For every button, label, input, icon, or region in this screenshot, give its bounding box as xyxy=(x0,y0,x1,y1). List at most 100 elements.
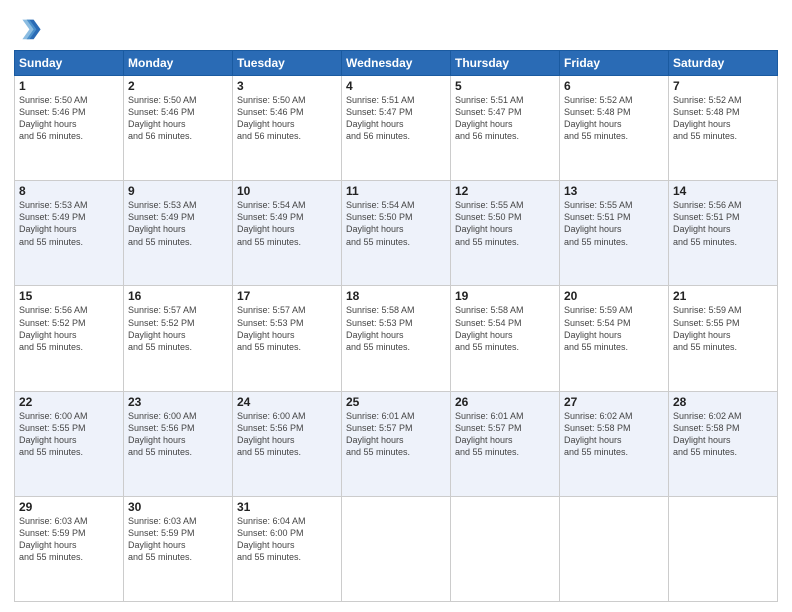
day-info: Sunrise: 5:59 AMSunset: 5:55 PMDaylight … xyxy=(673,305,742,351)
day-number: 12 xyxy=(455,184,555,198)
calendar-cell: 30 Sunrise: 6:03 AMSunset: 5:59 PMDaylig… xyxy=(124,496,233,601)
day-number: 27 xyxy=(564,395,664,409)
day-number: 31 xyxy=(237,500,337,514)
day-number: 2 xyxy=(128,79,228,93)
day-number: 19 xyxy=(455,289,555,303)
calendar-cell: 24 Sunrise: 6:00 AMSunset: 5:56 PMDaylig… xyxy=(233,391,342,496)
calendar-cell xyxy=(560,496,669,601)
calendar-header-row: SundayMondayTuesdayWednesdayThursdayFrid… xyxy=(15,51,778,76)
day-info: Sunrise: 5:56 AMSunset: 5:52 PMDaylight … xyxy=(19,305,88,351)
calendar-cell: 9 Sunrise: 5:53 AMSunset: 5:49 PMDayligh… xyxy=(124,181,233,286)
day-number: 3 xyxy=(237,79,337,93)
logo xyxy=(14,14,44,42)
day-number: 15 xyxy=(19,289,119,303)
day-info: Sunrise: 5:52 AMSunset: 5:48 PMDaylight … xyxy=(564,95,633,141)
calendar-cell: 5 Sunrise: 5:51 AMSunset: 5:47 PMDayligh… xyxy=(451,76,560,181)
day-info: Sunrise: 5:57 AMSunset: 5:53 PMDaylight … xyxy=(237,305,306,351)
calendar-cell: 23 Sunrise: 6:00 AMSunset: 5:56 PMDaylig… xyxy=(124,391,233,496)
page: SundayMondayTuesdayWednesdayThursdayFrid… xyxy=(0,0,792,612)
day-info: Sunrise: 5:50 AMSunset: 5:46 PMDaylight … xyxy=(237,95,306,141)
calendar-cell: 16 Sunrise: 5:57 AMSunset: 5:52 PMDaylig… xyxy=(124,286,233,391)
calendar-cell: 28 Sunrise: 6:02 AMSunset: 5:58 PMDaylig… xyxy=(669,391,778,496)
calendar-cell: 18 Sunrise: 5:58 AMSunset: 5:53 PMDaylig… xyxy=(342,286,451,391)
day-number: 9 xyxy=(128,184,228,198)
calendar-cell: 19 Sunrise: 5:58 AMSunset: 5:54 PMDaylig… xyxy=(451,286,560,391)
day-number: 25 xyxy=(346,395,446,409)
calendar-cell: 27 Sunrise: 6:02 AMSunset: 5:58 PMDaylig… xyxy=(560,391,669,496)
day-info: Sunrise: 6:01 AMSunset: 5:57 PMDaylight … xyxy=(455,411,524,457)
day-info: Sunrise: 6:03 AMSunset: 5:59 PMDaylight … xyxy=(19,516,88,562)
day-info: Sunrise: 5:53 AMSunset: 5:49 PMDaylight … xyxy=(19,200,88,246)
calendar-cell: 26 Sunrise: 6:01 AMSunset: 5:57 PMDaylig… xyxy=(451,391,560,496)
calendar-cell: 11 Sunrise: 5:54 AMSunset: 5:50 PMDaylig… xyxy=(342,181,451,286)
day-info: Sunrise: 5:56 AMSunset: 5:51 PMDaylight … xyxy=(673,200,742,246)
calendar-cell xyxy=(669,496,778,601)
day-info: Sunrise: 6:03 AMSunset: 5:59 PMDaylight … xyxy=(128,516,197,562)
day-number: 5 xyxy=(455,79,555,93)
day-number: 8 xyxy=(19,184,119,198)
day-info: Sunrise: 5:51 AMSunset: 5:47 PMDaylight … xyxy=(455,95,524,141)
calendar-cell: 12 Sunrise: 5:55 AMSunset: 5:50 PMDaylig… xyxy=(451,181,560,286)
day-info: Sunrise: 6:04 AMSunset: 6:00 PMDaylight … xyxy=(237,516,306,562)
day-info: Sunrise: 6:01 AMSunset: 5:57 PMDaylight … xyxy=(346,411,415,457)
day-number: 22 xyxy=(19,395,119,409)
day-number: 14 xyxy=(673,184,773,198)
day-number: 16 xyxy=(128,289,228,303)
day-info: Sunrise: 5:58 AMSunset: 5:53 PMDaylight … xyxy=(346,305,415,351)
day-info: Sunrise: 5:50 AMSunset: 5:46 PMDaylight … xyxy=(128,95,197,141)
day-info: Sunrise: 6:00 AMSunset: 5:56 PMDaylight … xyxy=(128,411,197,457)
header xyxy=(14,10,778,42)
calendar-cell: 17 Sunrise: 5:57 AMSunset: 5:53 PMDaylig… xyxy=(233,286,342,391)
calendar-cell: 29 Sunrise: 6:03 AMSunset: 5:59 PMDaylig… xyxy=(15,496,124,601)
day-info: Sunrise: 5:59 AMSunset: 5:54 PMDaylight … xyxy=(564,305,633,351)
day-number: 21 xyxy=(673,289,773,303)
day-info: Sunrise: 6:02 AMSunset: 5:58 PMDaylight … xyxy=(564,411,633,457)
calendar-header-monday: Monday xyxy=(124,51,233,76)
day-number: 7 xyxy=(673,79,773,93)
day-number: 29 xyxy=(19,500,119,514)
calendar-cell: 25 Sunrise: 6:01 AMSunset: 5:57 PMDaylig… xyxy=(342,391,451,496)
day-number: 17 xyxy=(237,289,337,303)
calendar-table: SundayMondayTuesdayWednesdayThursdayFrid… xyxy=(14,50,778,602)
day-number: 24 xyxy=(237,395,337,409)
day-number: 20 xyxy=(564,289,664,303)
day-info: Sunrise: 5:53 AMSunset: 5:49 PMDaylight … xyxy=(128,200,197,246)
calendar-cell xyxy=(342,496,451,601)
calendar-header-saturday: Saturday xyxy=(669,51,778,76)
day-number: 4 xyxy=(346,79,446,93)
calendar-week-3: 15 Sunrise: 5:56 AMSunset: 5:52 PMDaylig… xyxy=(15,286,778,391)
day-number: 6 xyxy=(564,79,664,93)
calendar-cell: 20 Sunrise: 5:59 AMSunset: 5:54 PMDaylig… xyxy=(560,286,669,391)
calendar-week-4: 22 Sunrise: 6:00 AMSunset: 5:55 PMDaylig… xyxy=(15,391,778,496)
calendar-cell xyxy=(451,496,560,601)
day-info: Sunrise: 5:50 AMSunset: 5:46 PMDaylight … xyxy=(19,95,88,141)
calendar-cell: 3 Sunrise: 5:50 AMSunset: 5:46 PMDayligh… xyxy=(233,76,342,181)
day-info: Sunrise: 5:54 AMSunset: 5:50 PMDaylight … xyxy=(346,200,415,246)
day-info: Sunrise: 5:52 AMSunset: 5:48 PMDaylight … xyxy=(673,95,742,141)
calendar-cell: 22 Sunrise: 6:00 AMSunset: 5:55 PMDaylig… xyxy=(15,391,124,496)
calendar-cell: 31 Sunrise: 6:04 AMSunset: 6:00 PMDaylig… xyxy=(233,496,342,601)
calendar-cell: 8 Sunrise: 5:53 AMSunset: 5:49 PMDayligh… xyxy=(15,181,124,286)
calendar-week-1: 1 Sunrise: 5:50 AMSunset: 5:46 PMDayligh… xyxy=(15,76,778,181)
calendar-week-5: 29 Sunrise: 6:03 AMSunset: 5:59 PMDaylig… xyxy=(15,496,778,601)
calendar-cell: 21 Sunrise: 5:59 AMSunset: 5:55 PMDaylig… xyxy=(669,286,778,391)
day-number: 13 xyxy=(564,184,664,198)
day-number: 26 xyxy=(455,395,555,409)
day-number: 18 xyxy=(346,289,446,303)
day-info: Sunrise: 5:51 AMSunset: 5:47 PMDaylight … xyxy=(346,95,415,141)
day-number: 28 xyxy=(673,395,773,409)
day-info: Sunrise: 5:58 AMSunset: 5:54 PMDaylight … xyxy=(455,305,524,351)
calendar-cell: 10 Sunrise: 5:54 AMSunset: 5:49 PMDaylig… xyxy=(233,181,342,286)
day-info: Sunrise: 5:54 AMSunset: 5:49 PMDaylight … xyxy=(237,200,306,246)
day-number: 10 xyxy=(237,184,337,198)
calendar-cell: 7 Sunrise: 5:52 AMSunset: 5:48 PMDayligh… xyxy=(669,76,778,181)
calendar-cell: 6 Sunrise: 5:52 AMSunset: 5:48 PMDayligh… xyxy=(560,76,669,181)
day-number: 30 xyxy=(128,500,228,514)
calendar-cell: 1 Sunrise: 5:50 AMSunset: 5:46 PMDayligh… xyxy=(15,76,124,181)
calendar-header-wednesday: Wednesday xyxy=(342,51,451,76)
day-info: Sunrise: 6:02 AMSunset: 5:58 PMDaylight … xyxy=(673,411,742,457)
day-info: Sunrise: 5:57 AMSunset: 5:52 PMDaylight … xyxy=(128,305,197,351)
calendar-cell: 4 Sunrise: 5:51 AMSunset: 5:47 PMDayligh… xyxy=(342,76,451,181)
calendar-header-friday: Friday xyxy=(560,51,669,76)
day-info: Sunrise: 5:55 AMSunset: 5:50 PMDaylight … xyxy=(455,200,524,246)
